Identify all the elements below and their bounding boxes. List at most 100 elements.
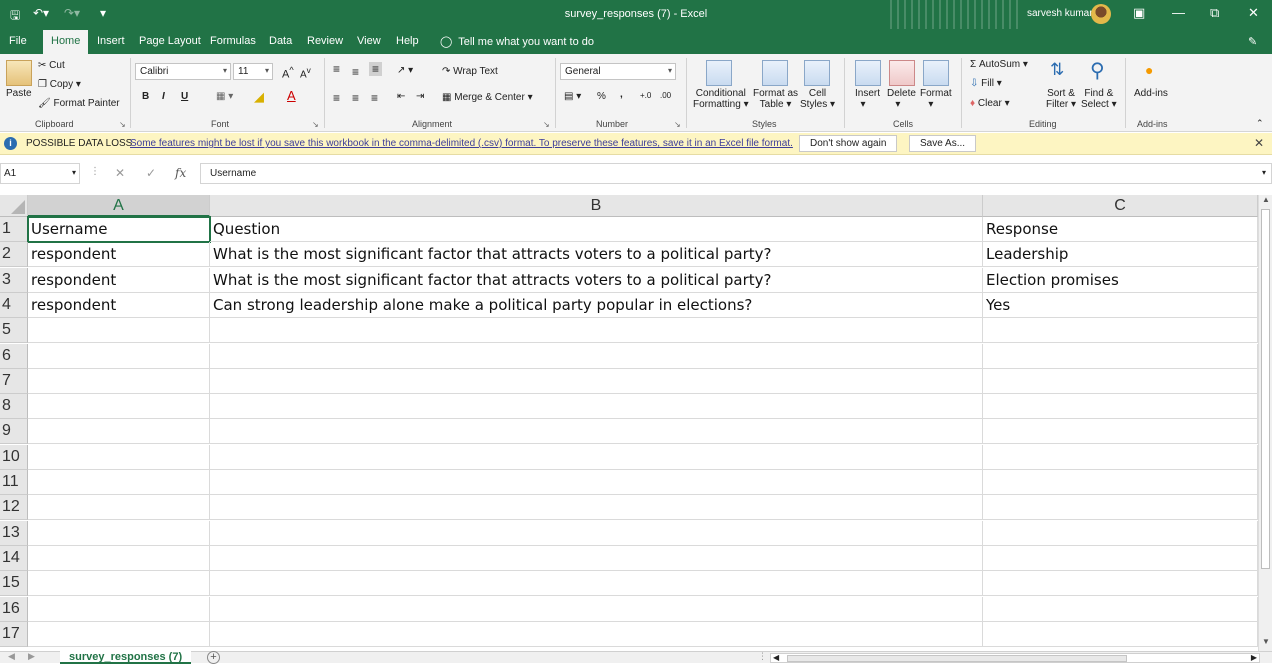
tab-page-layout[interactable]: Page Layout — [139, 35, 201, 47]
cell-A10[interactable] — [28, 444, 210, 470]
fill-color-icon[interactable]: ◢ — [254, 89, 264, 105]
cell-B5[interactable] — [210, 318, 983, 344]
cell-C4[interactable]: Yes — [983, 292, 1258, 318]
percent-button[interactable]: % — [597, 91, 606, 102]
delete-cells-button[interactable]: Delete ▾ — [887, 88, 916, 110]
cell-A7[interactable] — [28, 368, 210, 394]
addins-icon[interactable]: ● — [1145, 62, 1153, 78]
orientation-icon[interactable]: ↗ ▾ — [397, 65, 413, 76]
cell-B6[interactable] — [210, 343, 983, 369]
cell-C7[interactable] — [983, 368, 1258, 394]
delete-cells-icon[interactable] — [889, 60, 915, 86]
cell-styles-button[interactable]: Cell Styles ▾ — [800, 88, 835, 110]
borders-icon[interactable]: ▦ ▾ — [216, 91, 233, 102]
decrease-font-icon[interactable]: Av — [300, 65, 311, 80]
enter-icon[interactable]: ✓ — [146, 166, 156, 180]
cell-A17[interactable] — [28, 621, 210, 647]
cell-C1[interactable]: Response — [983, 217, 1258, 242]
align-middle-icon[interactable]: ≡ — [352, 65, 359, 79]
cell-A15[interactable] — [28, 571, 210, 597]
cell-B14[interactable] — [210, 545, 983, 571]
cell-C8[interactable] — [983, 394, 1258, 420]
align-bottom-icon[interactable]: ≡ — [369, 62, 383, 76]
cell-B9[interactable] — [210, 419, 983, 445]
cell-B11[interactable] — [210, 470, 983, 495]
insert-function-icon[interactable]: fx — [175, 166, 186, 180]
row-header[interactable]: 1 — [0, 217, 28, 242]
tell-me-search[interactable]: ◯ Tell me what you want to do — [440, 35, 594, 48]
clear-button[interactable]: ♦ Clear ▾ — [970, 98, 1010, 109]
cut-button[interactable]: ✂ Cut — [38, 60, 65, 71]
align-center-icon[interactable]: ≡ — [352, 91, 359, 105]
next-sheet-icon[interactable]: ▶ — [28, 651, 35, 662]
row-header[interactable]: 17 — [0, 621, 28, 647]
format-as-table-button[interactable]: Format as Table ▾ — [753, 88, 798, 110]
cell-C2[interactable]: Leadership — [983, 242, 1258, 268]
row-header[interactable]: 11 — [0, 470, 28, 495]
row-header[interactable]: 5 — [0, 318, 28, 344]
fill-button[interactable]: ⇩ Fill ▾ — [970, 78, 1002, 89]
cell-A8[interactable] — [28, 394, 210, 420]
row-header[interactable]: 2 — [0, 242, 28, 268]
tab-review[interactable]: Review — [307, 35, 343, 47]
collapse-ribbon-icon[interactable]: ⌃ — [1256, 118, 1264, 129]
cell-A3[interactable]: respondent — [28, 267, 210, 293]
cell-C16[interactable] — [983, 596, 1258, 622]
cell-C9[interactable] — [983, 419, 1258, 445]
name-box[interactable]: A1 ▾ — [0, 163, 80, 184]
row-header[interactable]: 6 — [0, 343, 28, 369]
row-header[interactable]: 16 — [0, 596, 28, 622]
column-header[interactable]: B — [210, 195, 983, 217]
close-icon[interactable]: ✕ — [1254, 136, 1264, 150]
scroll-right-icon[interactable]: ▶ — [1251, 653, 1257, 662]
increase-font-icon[interactable]: A^ — [282, 65, 294, 81]
cell-B16[interactable] — [210, 596, 983, 622]
scroll-down-icon[interactable]: ▼ — [1262, 637, 1270, 646]
font-color-icon[interactable]: A — [287, 88, 296, 103]
copy-button[interactable]: ❐ Copy ▾ — [38, 79, 81, 90]
merge-center-button[interactable]: ▦ Merge & Center ▾ — [442, 92, 533, 103]
cell-A13[interactable] — [28, 520, 210, 546]
expand-formula-icon[interactable]: ▾ — [1262, 168, 1266, 177]
cell-C6[interactable] — [983, 343, 1258, 369]
close-icon[interactable]: ✕ — [1248, 5, 1259, 21]
addins-button[interactable]: Add-ins — [1134, 88, 1168, 99]
cell-C17[interactable] — [983, 621, 1258, 647]
cell-A1[interactable]: Username — [27, 216, 211, 243]
format-cells-button[interactable]: Format ▾ — [920, 88, 952, 110]
tab-view[interactable]: View — [357, 35, 381, 47]
cell-A11[interactable] — [28, 470, 210, 495]
cell-B10[interactable] — [210, 444, 983, 470]
column-header[interactable]: C — [983, 195, 1258, 217]
find-select-icon[interactable]: ⚲ — [1090, 58, 1105, 83]
cell-B15[interactable] — [210, 571, 983, 597]
sort-filter-icon[interactable]: ⇅ — [1050, 60, 1064, 80]
cell-A4[interactable]: respondent — [28, 292, 210, 318]
cell-C14[interactable] — [983, 545, 1258, 571]
cell-B13[interactable] — [210, 520, 983, 546]
add-sheet-button[interactable]: + — [207, 651, 220, 664]
worksheet-grid[interactable]: A B C 1 Username Question Response 2 respondent W… — [0, 195, 1258, 647]
underline-button[interactable]: U — [181, 91, 188, 102]
row-header[interactable]: 3 — [0, 267, 28, 293]
paste-button[interactable]: Paste — [6, 88, 32, 99]
cell-A16[interactable] — [28, 596, 210, 622]
find-select-button[interactable]: Find & Select ▾ — [1081, 88, 1117, 110]
user-name[interactable]: sarvesh kumar — [1027, 8, 1093, 19]
cell-C5[interactable] — [983, 318, 1258, 344]
save-as-button[interactable]: Save As... — [909, 135, 977, 152]
dont-show-again-button[interactable]: Don't show again — [799, 135, 898, 152]
cell-B12[interactable] — [210, 495, 983, 521]
cell-C10[interactable] — [983, 444, 1258, 470]
tab-file[interactable]: File — [9, 35, 27, 47]
cell-A5[interactable] — [28, 318, 210, 344]
select-all-corner[interactable] — [0, 195, 28, 217]
align-left-icon[interactable]: ≡ — [333, 91, 340, 105]
cell-A12[interactable] — [28, 495, 210, 521]
conditional-formatting-button[interactable]: Conditional Formatting ▾ — [693, 88, 749, 110]
tab-home[interactable]: Home — [43, 30, 89, 54]
row-header[interactable]: 9 — [0, 419, 28, 445]
minimize-icon[interactable]: — — [1172, 5, 1185, 20]
ribbon-display-options-icon[interactable]: ▣ — [1133, 5, 1145, 21]
cell-styles-icon[interactable] — [804, 60, 830, 86]
